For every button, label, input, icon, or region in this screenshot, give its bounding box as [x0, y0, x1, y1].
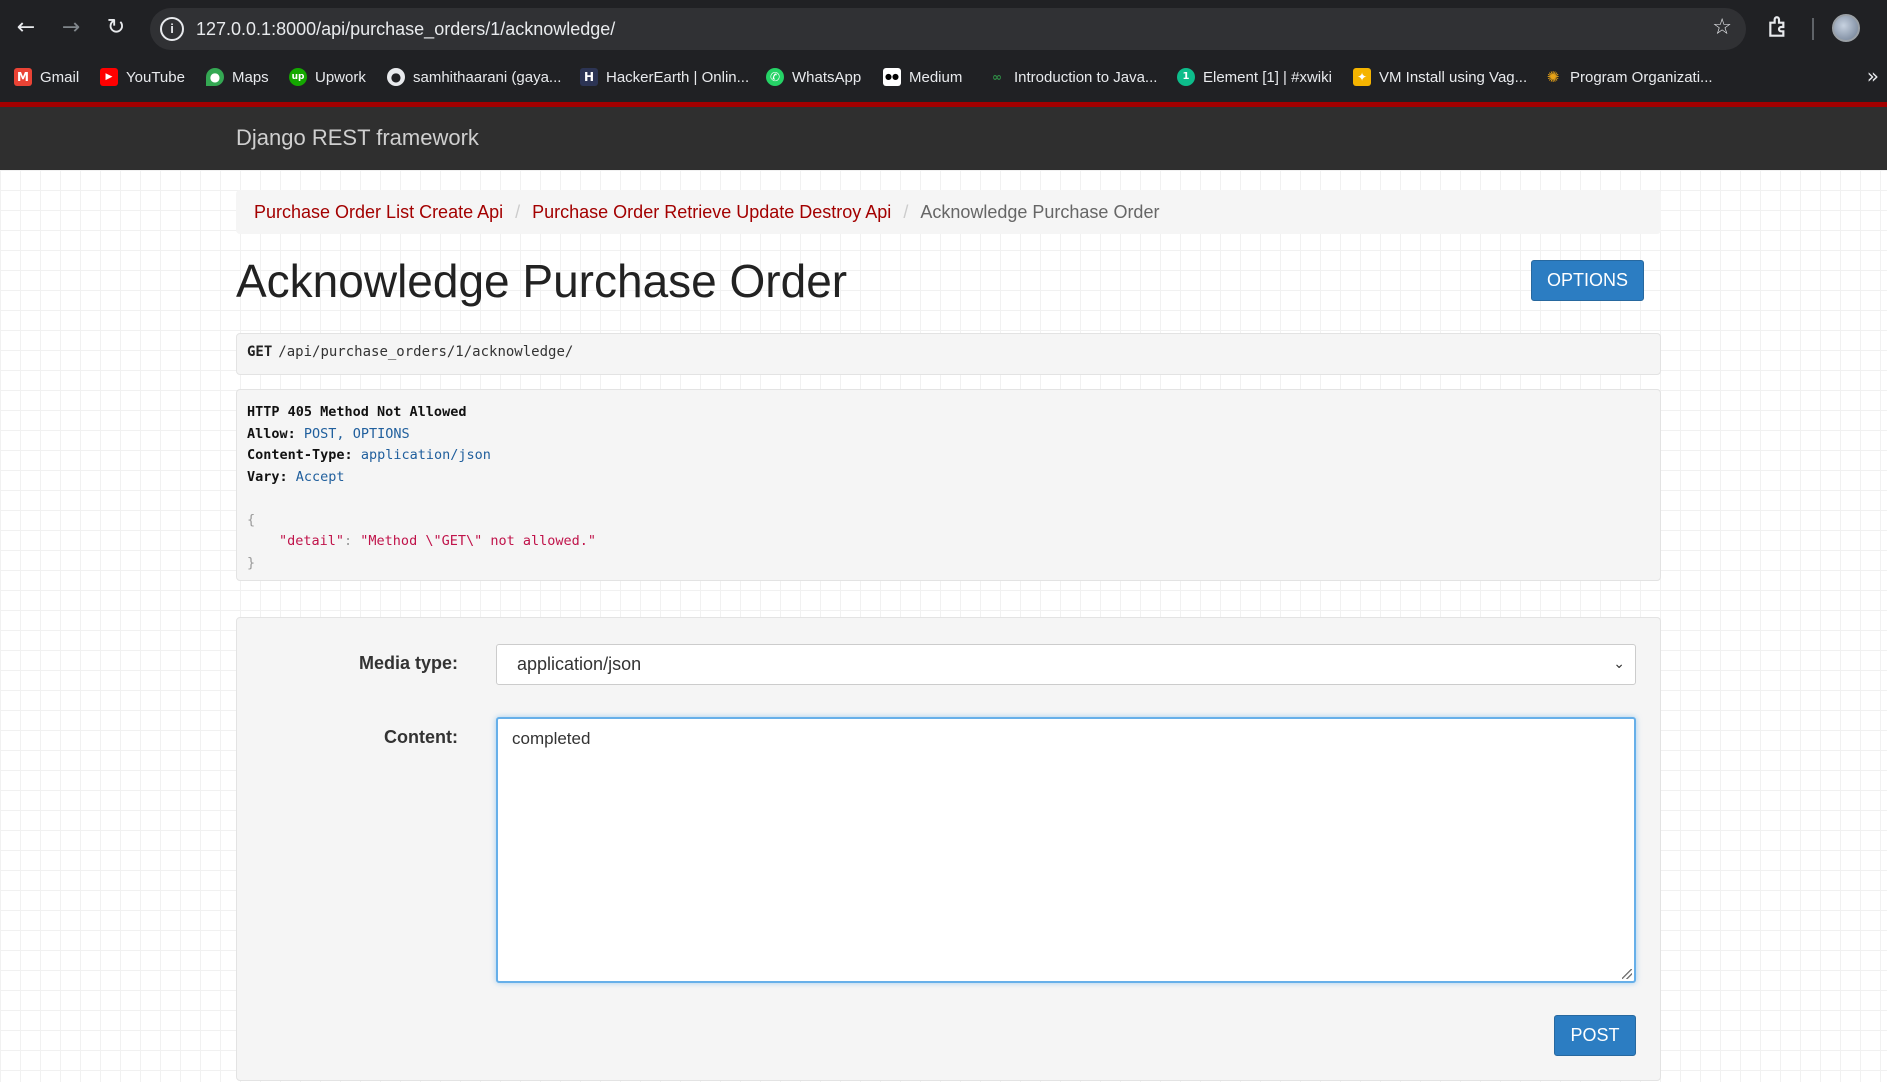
site-info-icon[interactable]: i	[160, 17, 184, 41]
github-icon: ●	[387, 68, 405, 86]
breadcrumb-separator: /	[903, 201, 909, 222]
bookmark-label: VM Install using Vag...	[1379, 68, 1528, 86]
omnibox[interactable]: i 127.0.0.1:8000/api/purchase_orders/1/a…	[150, 8, 1746, 50]
bookmark-element[interactable]: 1 Element [1] | #xwiki	[1177, 66, 1332, 88]
resize-handle-icon[interactable]	[1622, 969, 1632, 979]
bookmark-label: samhithaarani (gaya...	[413, 68, 562, 86]
bookmark-label: Program Organizati...	[1570, 68, 1713, 86]
browser-chrome: ← → ↻ i 127.0.0.1:8000/api/purchase_orde…	[0, 0, 1887, 102]
back-icon[interactable]: ←	[10, 12, 42, 44]
whatsapp-icon: ✆	[766, 68, 784, 86]
request-method: GET	[247, 344, 273, 360]
options-button[interactable]: OPTIONS	[1531, 260, 1644, 301]
header-name: Vary:	[247, 468, 288, 485]
bookmark-label: Introduction to Java...	[1014, 68, 1158, 86]
breadcrumb-link-retrieve-update-destroy[interactable]: Purchase Order Retrieve Update Destroy A…	[532, 202, 891, 223]
bookmarks-bar: M Gmail ▶ YouTube ● Maps up Upwork ● samhitha…	[0, 58, 1887, 94]
element-icon: 1	[1177, 68, 1195, 86]
request-path: /api/purchase_orders/1/acknowledge/	[278, 344, 574, 360]
media-type-value: application/json	[517, 654, 642, 674]
bookmark-label: Upwork	[315, 68, 366, 86]
geeksforgeeks-icon: ∞	[992, 70, 1002, 84]
header-value: application/json	[360, 447, 491, 463]
header-name: Allow:	[247, 425, 296, 442]
json-open-brace: {	[247, 511, 256, 528]
navbar-brand[interactable]: Django REST framework	[236, 125, 479, 151]
media-type-label: Media type:	[358, 653, 458, 673]
bookmark-upwork[interactable]: up Upwork	[289, 66, 366, 88]
response-spacer	[247, 488, 1650, 510]
bookmark-label: Maps	[232, 68, 269, 86]
media-type-select[interactable]: application/json ⌄	[496, 644, 1636, 685]
navbar: Django REST framework	[0, 107, 1887, 170]
json-colon: :	[344, 533, 361, 549]
gmail-icon: M	[14, 68, 32, 86]
bookmark-geeksforgeeks[interactable]: ∞ Introduction to Java...	[988, 66, 1157, 88]
url-text[interactable]: 127.0.0.1:8000/api/purchase_orders/1/ack…	[196, 19, 615, 40]
breadcrumb: Purchase Order List Create Api / Purchas…	[236, 190, 1661, 234]
bookmark-label: Medium	[909, 68, 963, 86]
content-value: completed	[512, 729, 591, 748]
profile-avatar[interactable]	[1832, 14, 1860, 42]
maps-icon: ●	[206, 68, 224, 86]
bookmark-star-icon[interactable]: ☆	[1712, 15, 1732, 40]
youtube-icon: ▶	[100, 68, 118, 86]
forward-icon[interactable]: →	[55, 12, 87, 44]
breadcrumb-separator: /	[515, 201, 521, 222]
sun-icon: ✺	[1546, 68, 1560, 86]
bookmark-gmail[interactable]: M Gmail	[14, 66, 79, 88]
bookmark-vagrant[interactable]: ✦ VM Install using Vag...	[1353, 66, 1527, 88]
reload-icon[interactable]: ↻	[100, 12, 132, 44]
content-label: Content:	[384, 727, 458, 747]
json-detail-line: "detail": "Method \"GET\" not allowed."	[247, 531, 1650, 553]
vagrant-icon: ✦	[1353, 68, 1371, 86]
upwork-icon: up	[289, 68, 307, 86]
response-status-line: HTTP 405 Method Not Allowed	[247, 402, 1650, 424]
bookmark-maps[interactable]: ● Maps	[206, 66, 269, 88]
bookmark-label: YouTube	[126, 68, 185, 86]
request-info: GET/api/purchase_orders/1/acknowledge/	[236, 333, 1661, 375]
bookmark-youtube[interactable]: ▶ YouTube	[100, 66, 185, 88]
bookmark-whatsapp[interactable]: ✆ WhatsApp	[766, 66, 861, 88]
post-button[interactable]: POST	[1554, 1015, 1636, 1056]
toolbar-separator	[1812, 18, 1814, 40]
response-header-allow: Allow: POST, OPTIONS	[247, 424, 1650, 446]
response-header-vary: Vary: Accept	[247, 467, 1650, 489]
bookmark-label: WhatsApp	[792, 68, 862, 86]
bookmark-label: HackerEarth | Onlin...	[606, 68, 750, 86]
extensions-icon[interactable]	[1766, 14, 1792, 40]
bookmark-medium[interactable]: ●● Medium	[883, 66, 962, 88]
breadcrumb-link-list-create[interactable]: Purchase Order List Create Api	[254, 202, 503, 223]
medium-icon: ●●	[883, 68, 901, 86]
page-title: Acknowledge Purchase Order	[236, 255, 848, 307]
address-bar-row: ← → ↻ i 127.0.0.1:8000/api/purchase_orde…	[0, 0, 1887, 58]
header-value: POST, OPTIONS	[303, 425, 410, 442]
bookmark-github[interactable]: ● samhithaarani (gaya...	[387, 66, 561, 88]
breadcrumb-active: Acknowledge Purchase Order	[920, 201, 1160, 222]
content-textarea[interactable]: completed	[496, 717, 1636, 983]
header-value: Accept	[295, 468, 345, 485]
json-close-brace: }	[247, 554, 256, 571]
more-bookmarks-icon[interactable]: »	[1867, 64, 1879, 88]
bookmark-label: Element [1] | #xwiki	[1203, 68, 1332, 86]
chevron-down-icon: ⌄	[1613, 656, 1625, 672]
response-header-content-type: Content-Type: application/json	[247, 445, 1650, 467]
json-value: "Method \"GET\" not allowed."	[360, 533, 596, 549]
header-name: Content-Type:	[247, 447, 353, 463]
response-status: HTTP 405 Method Not Allowed	[247, 404, 467, 420]
bookmark-label: Gmail	[40, 68, 80, 86]
hackerearth-icon: H	[580, 68, 598, 86]
bookmark-program-organization[interactable]: ✺ Program Organizati...	[1544, 66, 1713, 88]
bookmark-hackerearth[interactable]: H HackerEarth | Onlin...	[580, 66, 749, 88]
json-key: "detail"	[279, 533, 345, 549]
response-info: HTTP 405 Method Not Allowed Allow: POST,…	[236, 389, 1661, 581]
